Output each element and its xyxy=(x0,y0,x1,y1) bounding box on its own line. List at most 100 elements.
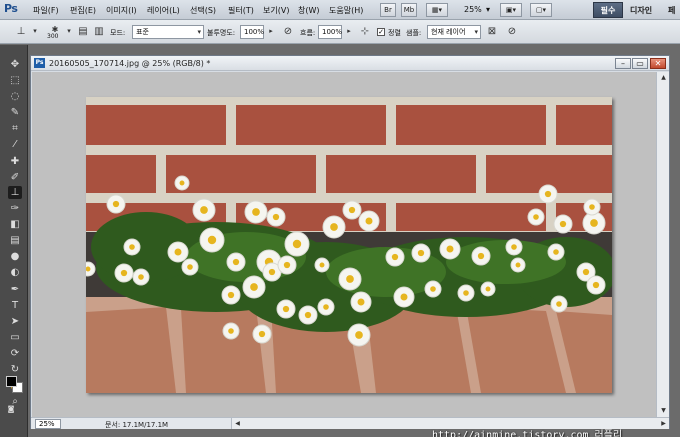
scroll-right-icon[interactable]: ▶ xyxy=(658,418,669,429)
dodge-tool-icon[interactable]: ◐ xyxy=(8,266,22,279)
move-tool-icon[interactable]: ✥ xyxy=(8,58,22,71)
daisy-center xyxy=(400,293,408,301)
view-extras-icon[interactable]: ▦▾ xyxy=(426,3,448,17)
quick-selection-tool-icon[interactable]: ✎ xyxy=(8,106,22,119)
workspace-design[interactable]: 디자인 xyxy=(630,5,652,16)
crop-tool-icon[interactable]: ⌗ xyxy=(8,122,22,135)
pen-tool-icon[interactable]: ✒ xyxy=(8,283,22,296)
daisy-center xyxy=(304,311,312,319)
pressure-size-icon[interactable]: ⊘ xyxy=(505,24,519,39)
tool-preset-arrow-icon[interactable]: ▾ xyxy=(28,24,42,39)
flow-input[interactable]: 100% xyxy=(318,25,342,39)
daisy-center xyxy=(553,249,559,255)
menu-view[interactable]: 보기(V) xyxy=(263,5,289,16)
menu-layer[interactable]: 레이어(L) xyxy=(147,5,180,16)
quick-mask-icon[interactable]: ◙ xyxy=(6,403,16,416)
aligned-checkbox[interactable]: ✓ xyxy=(377,28,385,36)
path-selection-tool-icon[interactable]: ➤ xyxy=(8,315,22,328)
mini-bridge-button[interactable]: Mb xyxy=(401,3,417,17)
daisy-center xyxy=(477,252,485,260)
zoom-level-input[interactable]: 25% xyxy=(35,419,61,429)
menu-bar: Ps 파일(F) 편집(E) 이미지(I) 레이어(L) 선택(S) 필터(T)… xyxy=(0,0,680,20)
gradient-tool-icon[interactable]: ▤ xyxy=(8,234,22,247)
toolbox: ✥ ⬚ ◌ ✎ ⌗ ⁄ ✚ ✐ ⊥ ✑ ◧ ▤ ● ◐ ✒ T ➤ ▭ ⟳ ↻ … xyxy=(0,45,28,437)
brush-tool-icon[interactable]: ✐ xyxy=(8,171,22,184)
daisy-center xyxy=(292,239,302,249)
type-tool-icon[interactable]: T xyxy=(8,299,22,312)
3d-rotate-tool-icon[interactable]: ⟳ xyxy=(8,347,22,360)
eraser-tool-icon[interactable]: ◧ xyxy=(8,218,22,231)
scroll-down-icon[interactable]: ▼ xyxy=(658,405,669,416)
menu-window[interactable]: 창(W) xyxy=(298,5,320,16)
healing-brush-tool-icon[interactable]: ✚ xyxy=(8,155,22,168)
foreground-color-swatch[interactable] xyxy=(6,376,17,387)
horizontal-scrollbar[interactable]: ◀ ▶ xyxy=(231,418,669,429)
daisy-photo[interactable] xyxy=(86,97,612,393)
menu-help[interactable]: 도움말(H) xyxy=(329,5,363,16)
scroll-up-icon[interactable]: ▲ xyxy=(658,72,669,83)
mode-select[interactable]: 표준 ▾ xyxy=(132,25,204,39)
daisy-center xyxy=(590,219,598,227)
workspace-essentials[interactable]: 필수 xyxy=(593,2,623,18)
document-ps-icon: Ps xyxy=(34,58,45,68)
menu-select[interactable]: 선택(S) xyxy=(190,5,216,16)
daisy-center xyxy=(323,304,329,310)
daisy-center xyxy=(250,283,258,291)
bridge-button[interactable]: Br xyxy=(380,3,396,17)
daisy-center xyxy=(544,190,552,198)
close-button[interactable]: ✕ xyxy=(650,58,666,69)
daisy-center xyxy=(346,275,354,283)
scroll-left-icon[interactable]: ◀ xyxy=(232,418,243,429)
zoom-dropdown-arrow-icon[interactable]: ▾ xyxy=(486,5,490,14)
menu-image[interactable]: 이미지(I) xyxy=(106,5,137,16)
daisy-center xyxy=(446,245,454,253)
workspace-painting[interactable]: 페 xyxy=(668,5,675,16)
canvas-area[interactable]: http://ainmine.tistory.com 러플리 xyxy=(32,72,656,437)
clone-stamp-tool-preset-icon[interactable]: ⊥ xyxy=(14,24,28,39)
document-tab[interactable]: Ps 20160505_170714.jpg @ 25% (RGB/8) * –… xyxy=(31,56,669,71)
restore-button[interactable]: ▭ xyxy=(632,58,648,69)
daisy-center xyxy=(582,268,590,276)
clone-stamp-tool-icon[interactable]: ⊥ xyxy=(8,186,22,199)
shape-tool-icon[interactable]: ▭ xyxy=(8,331,22,344)
brush-picker-arrow-icon[interactable]: ▾ xyxy=(62,24,76,39)
daisy-center xyxy=(556,301,562,307)
3d-orbit-tool-icon[interactable]: ↻ xyxy=(8,363,22,376)
brush-panel-toggle-icon[interactable]: ▤ xyxy=(76,24,90,39)
daisy-center xyxy=(589,204,595,210)
marquee-tool-icon[interactable]: ⬚ xyxy=(8,74,22,87)
arrange-documents-icon[interactable]: ▣▾ xyxy=(500,3,522,17)
blur-tool-icon[interactable]: ● xyxy=(8,250,22,263)
flow-label: 흐름: xyxy=(300,29,316,37)
menu-filter[interactable]: 필터(T) xyxy=(228,5,254,16)
eyedropper-tool-icon[interactable]: ⁄ xyxy=(8,138,22,151)
menu-edit[interactable]: 편집(E) xyxy=(70,5,96,16)
daisy-center xyxy=(511,244,517,250)
minimize-button[interactable]: – xyxy=(615,58,631,69)
daisy-center xyxy=(227,291,235,299)
daisy-center xyxy=(592,281,600,289)
opacity-input[interactable]: 100% xyxy=(240,25,264,39)
daisy-center xyxy=(357,298,365,306)
vertical-scrollbar[interactable]: ▲ ▼ xyxy=(656,72,669,417)
clone-source-panel-icon[interactable]: ▥ xyxy=(92,24,106,39)
opacity-slider-arrow-icon[interactable]: ▸ xyxy=(264,24,278,39)
airbrush-icon[interactable]: ⊹ xyxy=(358,24,372,39)
daisy-center xyxy=(200,206,208,214)
daisy-center xyxy=(174,248,182,256)
daisy-center xyxy=(228,328,234,334)
lasso-tool-icon[interactable]: ◌ xyxy=(8,90,22,103)
daisy-center xyxy=(319,262,325,268)
screen-mode-icon[interactable]: ▢▾ xyxy=(530,3,552,17)
chevron-down-icon: ▾ xyxy=(474,28,478,36)
history-brush-tool-icon[interactable]: ✑ xyxy=(8,202,22,215)
sample-select[interactable]: 현재 레이어 ▾ xyxy=(427,25,481,39)
pressure-opacity-icon[interactable]: ⊘ xyxy=(281,24,295,39)
opacity-label: 불투명도: xyxy=(207,29,236,37)
zoom-dropdown[interactable]: 25% xyxy=(464,5,482,14)
daisy-center xyxy=(207,235,217,245)
flow-slider-arrow-icon[interactable]: ▸ xyxy=(342,24,356,39)
menu-file[interactable]: 파일(F) xyxy=(33,5,59,16)
daisy-center xyxy=(232,258,240,266)
ignore-adjustment-layers-icon[interactable]: ⊠ xyxy=(485,24,499,39)
